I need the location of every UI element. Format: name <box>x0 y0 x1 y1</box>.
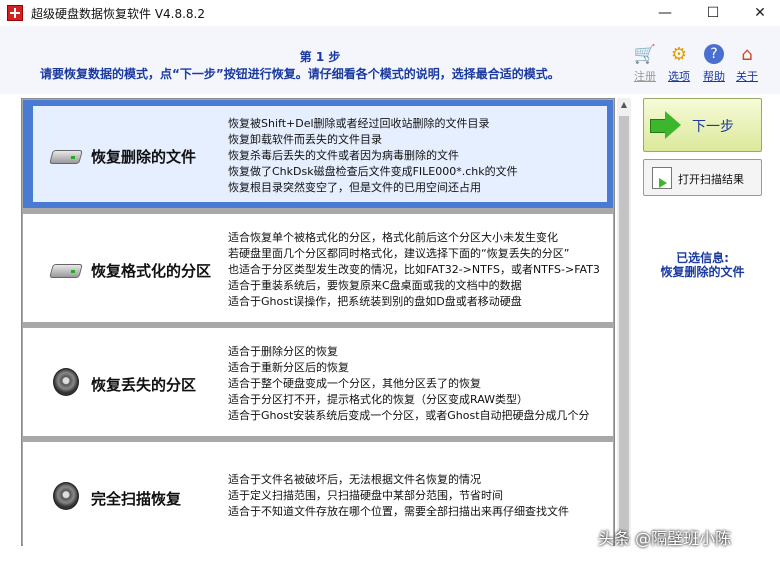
app-icon <box>7 5 23 21</box>
selected-info-value: 恢复删除的文件 <box>660 265 745 279</box>
drive-icon <box>49 260 83 280</box>
mode-desc-line: 恢复杀毒后丢失的文件或者因为病毒删除的文件 <box>228 149 459 162</box>
mode-desc-line: 适合于分区打不开，提示格式化的恢复（分区变成RAW类型） <box>228 393 528 406</box>
step-description: 请要恢复数据的模式，点“下一步”按钮进行恢复。请仔细看各个模式的说明，选择最合适… <box>40 67 560 81</box>
mode-item-body: 恢复删除的文件 恢复被Shift+Del删除或者经过回收站删除的文件目录 恢复卸… <box>33 106 607 202</box>
mode-desc-line: 若硬盘里面几个分区都同时格式化，建议选择下面的“恢复丢失的分区” <box>228 247 570 260</box>
mode-name: 完全扫描恢复 <box>91 490 182 508</box>
mode-item-recover-lost-partition[interactable]: 恢复丢失的分区 适合于删除分区的恢复 适合于重新分区后的恢复 适合于整个硬盘变成… <box>23 328 613 436</box>
register-button[interactable]: 🛒 注册 <box>631 44 659 84</box>
gear-icon: ⚙ <box>670 44 688 65</box>
scroll-up-icon[interactable]: ▲ <box>617 98 631 112</box>
step-title: 第 1 步 <box>299 50 341 64</box>
help-icon: ? <box>704 44 724 64</box>
about-button[interactable]: ⌂ 关于 <box>733 44 761 84</box>
mode-name: 恢复丢失的分区 <box>91 376 197 394</box>
hard-disk-icon <box>51 482 83 510</box>
mode-desc-line: 适于定义扫描范围，只扫描硬盘中某部分范围，节省时间 <box>228 489 503 502</box>
hard-disk-icon <box>51 368 83 396</box>
drive-icon <box>49 146 83 166</box>
mode-name: 恢复格式化的分区 <box>91 262 212 280</box>
mode-desc-line: 适合于文件名被破坏后，无法根据文件名恢复的情况 <box>228 473 481 486</box>
maximize-button[interactable]: ☐ <box>690 0 736 26</box>
mode-desc-line: 适合于Ghost误操作，把系统装到别的盘如D盘或者移动硬盘 <box>228 295 522 308</box>
mode-item-recover-formatted[interactable]: 恢复格式化的分区 适合恢复单个被格式化的分区，格式化前后这个分区大小未发生变化 … <box>23 214 613 322</box>
mode-desc-line: 恢复根目录突然变空了，但是文件的已用空间还占用 <box>228 181 481 194</box>
title-bar: 超级硬盘数据恢复软件 V4.8.8.2 — ☐ ✕ <box>0 0 780 26</box>
mode-desc-line: 适合于整个硬盘变成一个分区，其他分区丢了的恢复 <box>228 377 481 390</box>
cart-icon: 🛒 <box>633 44 657 65</box>
about-label: 关于 <box>736 70 758 83</box>
mode-desc-line: 也适合于分区类型发生改变的情况，比如FAT32->NTFS，或者NTFS->FA… <box>228 263 600 276</box>
mode-description: 适合恢复单个被格式化的分区，格式化前后这个分区大小未发生变化 若硬盘里面几个分区… <box>228 230 608 310</box>
open-file-icon <box>652 167 672 189</box>
mode-description: 恢复被Shift+Del删除或者经过回收站删除的文件目录 恢复卸载软件而丢失的文… <box>228 116 608 196</box>
next-step-button[interactable]: 下一步 <box>643 98 762 152</box>
register-label: 注册 <box>634 70 656 83</box>
mode-description: 适合于文件名被破坏后，无法根据文件名恢复的情况 适于定义扫描范围，只扫描硬盘中某… <box>228 472 608 520</box>
mode-desc-line: 恢复做了ChkDsk磁盘检查后文件变成FILE000*.chk的文件 <box>228 165 518 178</box>
mode-desc-line: 适合恢复单个被格式化的分区，格式化前后这个分区大小未发生变化 <box>228 231 558 244</box>
minimize-button[interactable]: — <box>642 0 688 26</box>
mode-item-recover-deleted[interactable]: 恢复删除的文件 恢复被Shift+Del删除或者经过回收站删除的文件目录 恢复卸… <box>23 100 613 208</box>
mode-name: 恢复删除的文件 <box>91 148 197 166</box>
mode-item-body: 恢复格式化的分区 适合恢复单个被格式化的分区，格式化前后这个分区大小未发生变化 … <box>33 220 607 316</box>
mode-desc-line: 适合于重装系统后，要恢复原来C盘桌面或我的文档中的数据 <box>228 279 522 292</box>
mode-list: 恢复删除的文件 恢复被Shift+Del删除或者经过回收站删除的文件目录 恢复卸… <box>21 98 615 550</box>
help-button[interactable]: ? 帮助 <box>700 44 728 84</box>
mode-desc-line: 适合于不知道文件存放在哪个位置，需要全部扫描出来再仔细查找文件 <box>228 505 569 518</box>
help-label: 帮助 <box>703 70 725 83</box>
options-button[interactable]: ⚙ 选项 <box>665 44 693 84</box>
scroll-thumb[interactable] <box>619 116 629 542</box>
mode-item-full-scan[interactable]: 完全扫描恢复 适合于文件名被破坏后，无法根据文件名恢复的情况 适于定义扫描范围，… <box>23 442 613 550</box>
watermark: 头条 @隔壁班小陈 <box>598 529 732 548</box>
close-button[interactable]: ✕ <box>737 0 780 26</box>
next-step-label: 下一步 <box>692 119 734 135</box>
mode-description: 适合于删除分区的恢复 适合于重新分区后的恢复 适合于整个硬盘变成一个分区，其他分… <box>228 344 608 424</box>
open-scan-result-label: 打开扫描结果 <box>678 173 744 186</box>
mode-desc-line: 适合于重新分区后的恢复 <box>228 361 349 374</box>
mode-desc-line: 恢复被Shift+Del删除或者经过回收站删除的文件目录 <box>228 117 490 130</box>
mode-desc-line: 恢复卸载软件而丢失的文件目录 <box>228 133 382 146</box>
window-title: 超级硬盘数据恢复软件 V4.8.8.2 <box>31 7 206 21</box>
options-label: 选项 <box>668 70 690 83</box>
mode-desc-line: 适合于Ghost安装系统后变成一个分区，或者Ghost自动把硬盘分成几个分 <box>228 409 590 422</box>
mode-item-body: 完全扫描恢复 适合于文件名被破坏后，无法根据文件名恢复的情况 适于定义扫描范围，… <box>33 448 607 544</box>
mode-item-body: 恢复丢失的分区 适合于删除分区的恢复 适合于重新分区后的恢复 适合于整个硬盘变成… <box>33 334 607 430</box>
open-scan-result-button[interactable]: 打开扫描结果 <box>643 159 762 196</box>
arrow-right-icon <box>650 111 682 139</box>
scrollbar[interactable]: ▲ <box>617 98 631 546</box>
home-icon: ⌂ <box>741 44 753 65</box>
mode-desc-line: 适合于删除分区的恢复 <box>228 345 338 358</box>
